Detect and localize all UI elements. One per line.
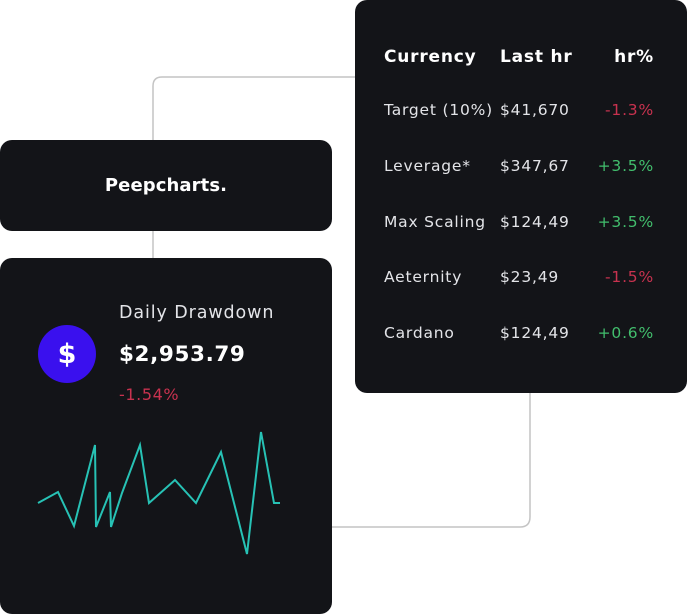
- brand-name: Peepcharts.: [104, 175, 228, 196]
- drawdown-sparkline: [37, 431, 280, 555]
- column-header-currency: Currency: [384, 47, 477, 67]
- currency-name: Max Scaling: [384, 213, 486, 231]
- currency-last-hr: $41,670: [500, 101, 570, 119]
- currency-hr-change: +0.6%: [597, 324, 654, 342]
- currency-name: Aeternity: [384, 268, 463, 286]
- currency-last-hr: $23,49: [500, 268, 560, 286]
- currency-hr-change: +3.5%: [597, 213, 654, 231]
- column-header-last-hr: Last hr: [500, 47, 573, 67]
- currency-hr-change: -1.3%: [605, 101, 654, 119]
- currency-last-hr: $347,67: [500, 157, 570, 175]
- currency-table-card: Currency Last hr hr% Target (10%) $41,67…: [355, 0, 687, 393]
- column-header-hr-pct: hr%: [614, 47, 654, 67]
- currency-name: Target (10%): [384, 101, 494, 119]
- currency-name: Leverage*: [384, 157, 471, 175]
- sparkline-series: [37, 431, 280, 555]
- brand-card: Peepcharts.: [0, 140, 332, 231]
- currency-name: Cardano: [384, 324, 455, 342]
- currency-last-hr: $124,49: [500, 213, 570, 231]
- currency-last-hr: $124,49: [500, 324, 570, 342]
- currency-hr-change: -1.5%: [605, 268, 654, 286]
- daily-drawdown-card: $ Daily Drawdown $2,953.79 -1.54%: [0, 258, 332, 614]
- currency-hr-change: +3.5%: [597, 157, 654, 175]
